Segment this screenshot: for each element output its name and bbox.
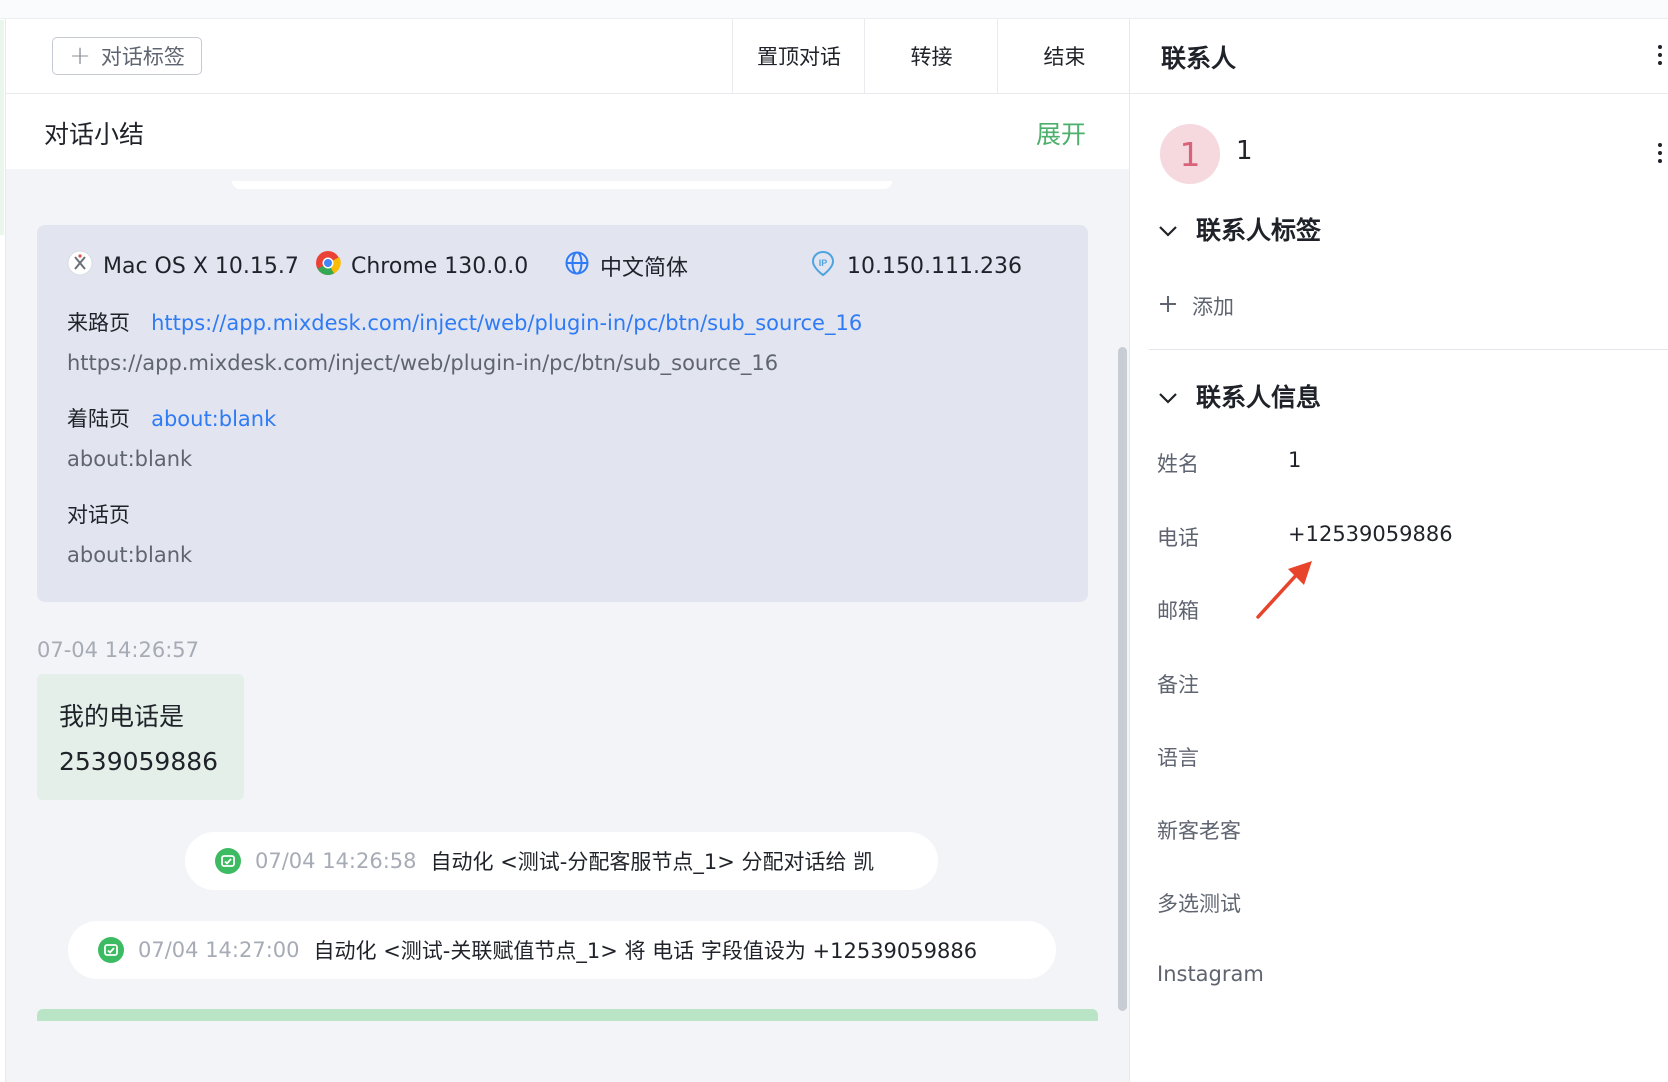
conversation-pane: + 对话标签 置顶对话 转接 结束 对话小结 展开 Mac OS X 10.15… — [5, 19, 1131, 1082]
chevron-down-icon — [1158, 382, 1178, 411]
transfer-label: 转接 — [910, 45, 953, 69]
language-text: 中文简体 — [600, 256, 689, 281]
contact-info-section-toggle[interactable]: 联系人信息 — [1158, 378, 1321, 414]
add-contact-tag-button[interactable]: 添加 — [1158, 291, 1234, 321]
plus-icon: + — [69, 41, 91, 71]
contact-name: 1 — [1236, 136, 1253, 166]
field-label-email: 邮箱 — [1157, 599, 1199, 623]
end-label: 结束 — [1043, 45, 1086, 69]
next-message-edge — [37, 1009, 1098, 1021]
transfer-button[interactable]: 转接 — [864, 19, 998, 93]
contact-tags-title: 联系人标签 — [1196, 216, 1322, 245]
event-text: 自动化 <测试-关联赋值节点_1> 将 电话 字段值设为 +1253905988… — [313, 939, 978, 963]
plus-icon — [1158, 294, 1178, 319]
field-label-multiselect-test: 多选测试 — [1157, 892, 1241, 916]
contact-info-title: 联系人信息 — [1196, 383, 1322, 412]
macos-icon — [67, 250, 93, 282]
add-conversation-tag-button[interactable]: + 对话标签 — [52, 37, 202, 75]
avatar: 1 — [1160, 124, 1220, 184]
chevron-down-icon — [1158, 215, 1178, 244]
customer-message-bubble: 我的电话是 2539059886 — [37, 674, 244, 800]
field-label-language: 语言 — [1157, 746, 1199, 770]
pin-conversation-button[interactable]: 置顶对话 — [732, 19, 865, 93]
ip-location-icon: IP — [809, 249, 837, 283]
customer-message-line: 2539059886 — [59, 747, 219, 776]
browser-info: Chrome 130.0.0 — [315, 249, 528, 283]
landing-page-url: about:blank — [67, 447, 193, 471]
system-event-pill: 07/04 14:27:00 自动化 <测试-关联赋值节点_1> 将 电话 字段… — [68, 921, 1056, 979]
os-text: Mac OS X 10.15.7 — [103, 253, 299, 279]
contact-panel-header: 联系人 — [1130, 19, 1668, 94]
contact-panel: 联系人 1 1 联系人标签 添加 联系人信息 姓名 1 电话 +12539059… — [1129, 19, 1668, 1082]
event-time: 07/04 14:27:00 — [138, 938, 300, 962]
visitor-info-card: Mac OS X 10.15.7 Chrome 130.0.0 中文简体 IP … — [37, 225, 1088, 602]
previous-card-edge — [232, 181, 892, 189]
ip-text: 10.150.111.236 — [847, 253, 1022, 279]
field-label-customer-type: 新客老客 — [1157, 819, 1241, 843]
landing-page-row: 着陆页 about:blank — [67, 403, 276, 433]
top-strip — [0, 0, 1668, 19]
contact-tags-section-toggle[interactable]: 联系人标签 — [1158, 211, 1321, 247]
system-event-pill: 07/04 14:26:58 自动化 <测试-分配客服节点_1> 分配对话给 凯 — [185, 832, 938, 890]
field-label-instagram: Instagram — [1157, 962, 1264, 986]
field-label-phone: 电话 — [1157, 526, 1199, 550]
chrome-icon — [315, 250, 341, 282]
event-time: 07/04 14:26:58 — [255, 849, 417, 873]
chat-page-label: 对话页 — [67, 503, 130, 527]
automation-icon — [215, 848, 241, 874]
landing-page-label: 着陆页 — [67, 407, 130, 431]
field-label-name: 姓名 — [1157, 452, 1199, 476]
source-page-url: https://app.mixdesk.com/inject/web/plugi… — [67, 351, 779, 375]
summary-expand-link[interactable]: 展开 — [1036, 115, 1086, 151]
summary-bar — [6, 94, 1130, 169]
contact-more-icon[interactable] — [1657, 143, 1663, 163]
section-divider — [1149, 349, 1668, 350]
automation-icon — [98, 937, 124, 963]
ip-info: IP 10.150.111.236 — [809, 249, 1022, 283]
more-options-icon[interactable] — [1657, 45, 1663, 65]
conversation-scrollbar[interactable] — [1118, 347, 1127, 1011]
left-edge-accent — [0, 20, 4, 235]
contact-panel-title: 联系人 — [1161, 44, 1237, 73]
source-page-link[interactable]: https://app.mixdesk.com/inject/web/plugi… — [151, 311, 862, 335]
customer-message-line: 我的电话是 — [59, 702, 185, 731]
source-page-row: 来路页 https://app.mixdesk.com/inject/web/p… — [67, 307, 862, 337]
os-info: Mac OS X 10.15.7 — [67, 249, 299, 283]
field-value-name[interactable]: 1 — [1288, 448, 1301, 472]
summary-title: 对话小结 — [44, 120, 145, 149]
svg-text:IP: IP — [819, 258, 828, 268]
message-timestamp: 07-04 14:26:57 — [37, 638, 200, 662]
browser-text: Chrome 130.0.0 — [351, 253, 529, 279]
field-label-note: 备注 — [1157, 673, 1199, 697]
annotation-arrow-icon — [1250, 557, 1320, 629]
end-conversation-button[interactable]: 结束 — [997, 19, 1131, 93]
chat-page-url: about:blank — [67, 543, 193, 567]
language-info: 中文简体 — [564, 249, 688, 283]
pin-label: 置顶对话 — [757, 45, 841, 69]
landing-page-link[interactable]: about:blank — [151, 407, 276, 431]
conversation-toolbar: + 对话标签 置顶对话 转接 结束 — [6, 19, 1131, 94]
field-value-phone[interactable]: +12539059886 — [1288, 522, 1453, 546]
source-page-label: 来路页 — [67, 311, 130, 335]
event-text: 自动化 <测试-分配客服节点_1> 分配对话给 凯 — [430, 850, 875, 874]
tag-button-label: 对话标签 — [100, 45, 185, 69]
globe-icon — [564, 250, 590, 282]
add-tag-label: 添加 — [1192, 295, 1234, 319]
